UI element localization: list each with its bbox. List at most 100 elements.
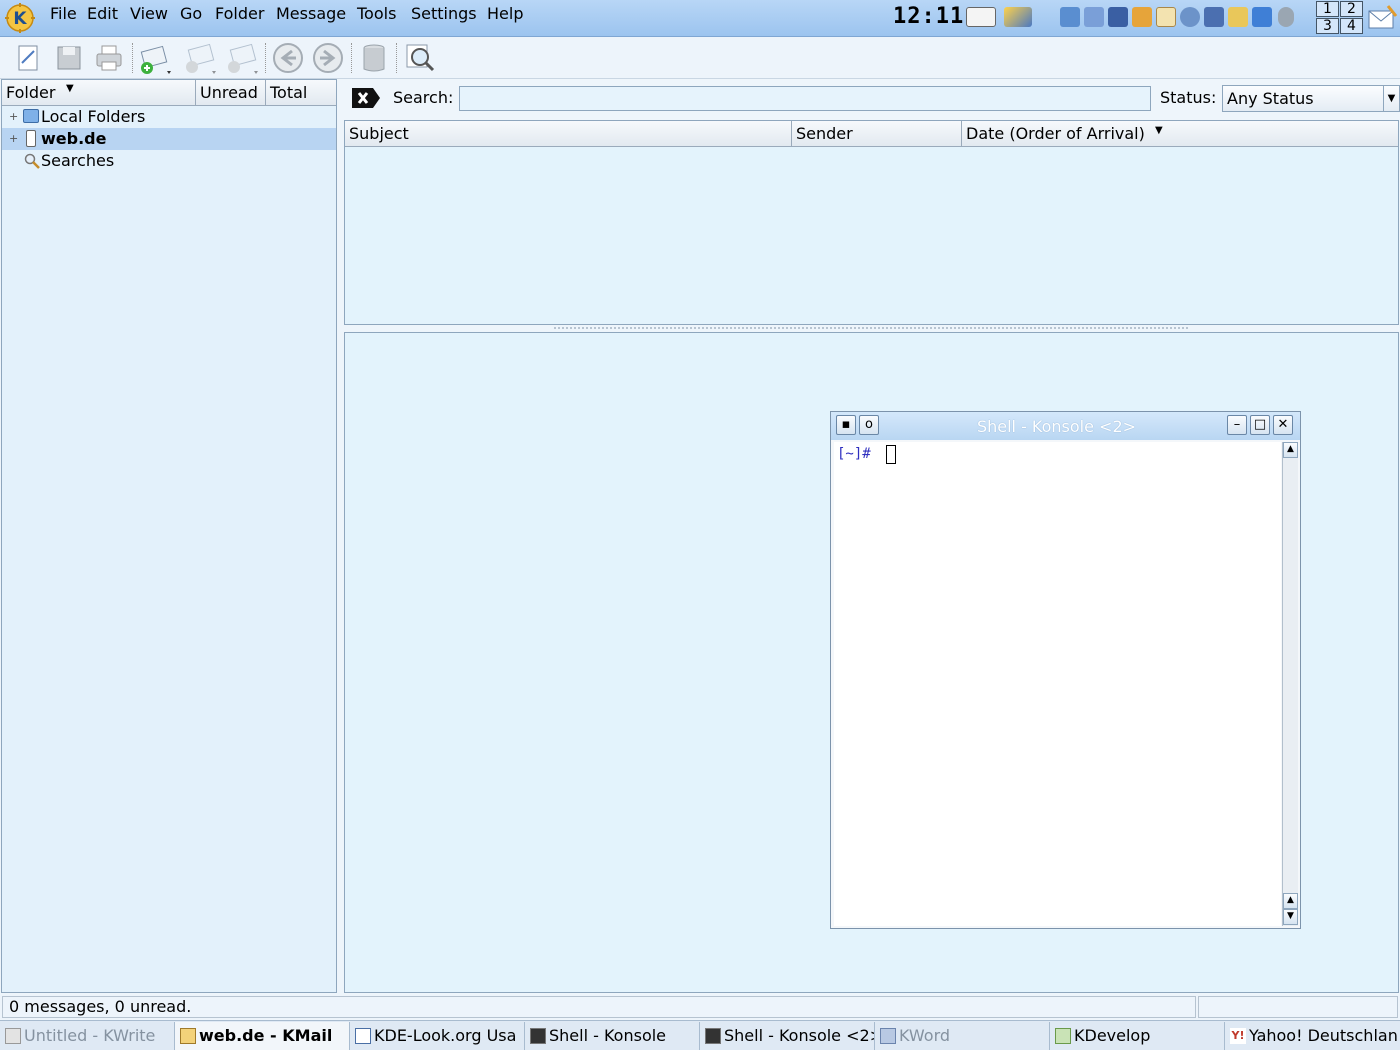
pane-splitter[interactable]	[344, 325, 1399, 331]
trash-icon[interactable]	[357, 41, 391, 75]
kword-icon	[880, 1028, 896, 1044]
folder-item-web-de[interactable]: + web.de	[2, 128, 336, 150]
menu-message[interactable]: Message	[276, 4, 346, 24]
task-label: Shell - Konsole	[549, 1026, 667, 1045]
folder-item-local-folders[interactable]: + Local Folders	[2, 106, 336, 128]
terminal-scrollbar[interactable]: ▲ ▲ ▼	[1282, 442, 1298, 926]
address-book-icon[interactable]	[966, 7, 996, 27]
task-konsole-2[interactable]: Shell - Konsole <2>	[700, 1022, 875, 1050]
kdevelop-icon	[1055, 1028, 1071, 1044]
klipper-icon[interactable]	[1004, 7, 1032, 27]
task-kword[interactable]: KWord	[875, 1022, 1050, 1050]
terminal-area[interactable]: [~]#	[834, 442, 1281, 926]
network-icon[interactable]	[1060, 7, 1080, 27]
search-label: Search:	[393, 88, 454, 107]
folder-item-searches[interactable]: Searches	[2, 150, 336, 172]
speaker-icon[interactable]	[1180, 7, 1200, 27]
close-icon[interactable]: ✕	[1273, 415, 1293, 435]
task-browser[interactable]: KDE-Look.org Usa	[350, 1022, 525, 1050]
chevron-down-icon[interactable]: ▼	[1383, 86, 1399, 111]
network-disconnected-icon[interactable]	[1084, 7, 1104, 27]
terminal-cursor	[886, 445, 896, 464]
menu-bar: K File Edit View Go Folder Message Tools…	[0, 0, 1400, 37]
task-kdevelop[interactable]: KDevelop	[1050, 1022, 1225, 1050]
menu-settings[interactable]: Settings	[411, 4, 477, 24]
status-filter-value: Any Status	[1227, 89, 1314, 108]
clipboard-icon[interactable]	[1156, 7, 1176, 27]
task-label: Shell - Konsole <2>	[724, 1026, 875, 1045]
scroll-up-icon[interactable]: ▲	[1283, 442, 1298, 458]
kmail-tray-icon[interactable]	[1366, 2, 1398, 34]
clear-search-icon[interactable]	[351, 86, 381, 110]
desktop-pager[interactable]: 1 2 3 4	[1316, 1, 1364, 35]
reply-icon[interactable]	[182, 41, 216, 75]
konsole-window[interactable]: ▪ o Shell - Konsole <2> – □ ✕ [~]# ▲ ▲ ▼	[830, 411, 1301, 929]
minimize-icon[interactable]: –	[1227, 415, 1247, 435]
folder-label: Searches	[41, 151, 115, 170]
scroll-up-icon[interactable]: ▲	[1283, 893, 1298, 909]
menu-view[interactable]: View	[130, 4, 168, 24]
find-messages-icon[interactable]	[403, 41, 437, 75]
menu-go[interactable]: Go	[180, 4, 202, 24]
folder-column-label: Folder	[6, 83, 56, 102]
svg-text:K: K	[13, 9, 27, 29]
menu-help[interactable]: Help	[487, 4, 523, 24]
maximize-icon[interactable]: □	[1250, 415, 1270, 435]
splitter-grip	[554, 327, 1188, 329]
pager-desktop-3[interactable]: 3	[1316, 18, 1339, 34]
konsole-icon	[530, 1028, 546, 1044]
yahoo-icon: Y!	[1230, 1028, 1246, 1044]
display-icon[interactable]	[1132, 7, 1152, 27]
search-input[interactable]	[459, 86, 1151, 111]
scroll-down-icon[interactable]: ▼	[1283, 909, 1298, 925]
forward-icon[interactable]	[224, 41, 258, 75]
expand-icon[interactable]: +	[9, 106, 18, 128]
window-title: Shell - Konsole <2>	[976, 417, 1137, 436]
status-text: 0 messages, 0 unread.	[2, 996, 1196, 1018]
menu-folder[interactable]: Folder	[215, 4, 264, 24]
toolbar-separator	[265, 43, 267, 73]
subject-column-header[interactable]: Subject	[345, 121, 792, 147]
sort-arrow-icon: ▼	[66, 83, 74, 94]
sender-column-header[interactable]: Sender	[792, 121, 962, 147]
pager-desktop-1[interactable]: 1	[1316, 1, 1339, 17]
kde-look-icon	[355, 1028, 371, 1044]
task-kwrite[interactable]: Untitled - KWrite	[0, 1022, 175, 1050]
print-icon[interactable]	[92, 41, 126, 75]
folder-column-header[interactable]: Folder ▼	[2, 80, 196, 106]
unread-column-header[interactable]: Unread	[196, 80, 266, 106]
konsole-icon	[705, 1028, 721, 1044]
pager-desktop-2[interactable]: 2	[1340, 1, 1363, 17]
status-bar: 0 messages, 0 unread.	[0, 995, 1400, 1019]
menu-edit[interactable]: Edit	[87, 4, 118, 24]
download-icon[interactable]	[1252, 7, 1272, 27]
task-kmail[interactable]: web.de - KMail	[175, 1022, 350, 1050]
sort-arrow-icon: ▼	[1155, 125, 1163, 136]
notes-icon[interactable]	[1228, 7, 1248, 27]
total-column-header[interactable]: Total	[266, 80, 336, 106]
task-yahoo[interactable]: Y! Yahoo! Deutschlan	[1225, 1022, 1400, 1050]
konsole-titlebar[interactable]: ▪ o Shell - Konsole <2> – □ ✕	[831, 412, 1300, 440]
status-label: Status:	[1160, 88, 1217, 107]
forward-arrow-icon[interactable]	[311, 41, 345, 75]
kde-menu-icon[interactable]: K	[4, 2, 36, 34]
task-konsole[interactable]: Shell - Konsole	[525, 1022, 700, 1050]
back-arrow-icon[interactable]	[271, 41, 305, 75]
moon-icon[interactable]	[1278, 7, 1294, 27]
kwrite-icon	[5, 1028, 21, 1044]
menu-file[interactable]: File	[50, 4, 77, 24]
new-message-button[interactable]	[11, 41, 45, 75]
task-label: KDevelop	[1074, 1026, 1151, 1045]
expand-icon[interactable]: +	[9, 128, 18, 150]
date-column-header[interactable]: Date (Order of Arrival) ▼	[962, 121, 1398, 147]
check-mail-button[interactable]	[137, 41, 171, 75]
pager-desktop-4[interactable]: 4	[1340, 18, 1363, 34]
toolbar-separator	[132, 43, 134, 73]
menu-tools[interactable]: Tools	[357, 4, 396, 24]
status-filter-select[interactable]: Any Status ▼	[1222, 85, 1400, 112]
clock[interactable]: 12:11	[893, 4, 964, 29]
monitor-icon[interactable]	[1108, 7, 1128, 27]
save-icon[interactable]	[52, 41, 86, 75]
kde-window-icon[interactable]	[1204, 7, 1224, 27]
message-list[interactable]: Subject Sender Date (Order of Arrival) ▼	[344, 120, 1399, 325]
